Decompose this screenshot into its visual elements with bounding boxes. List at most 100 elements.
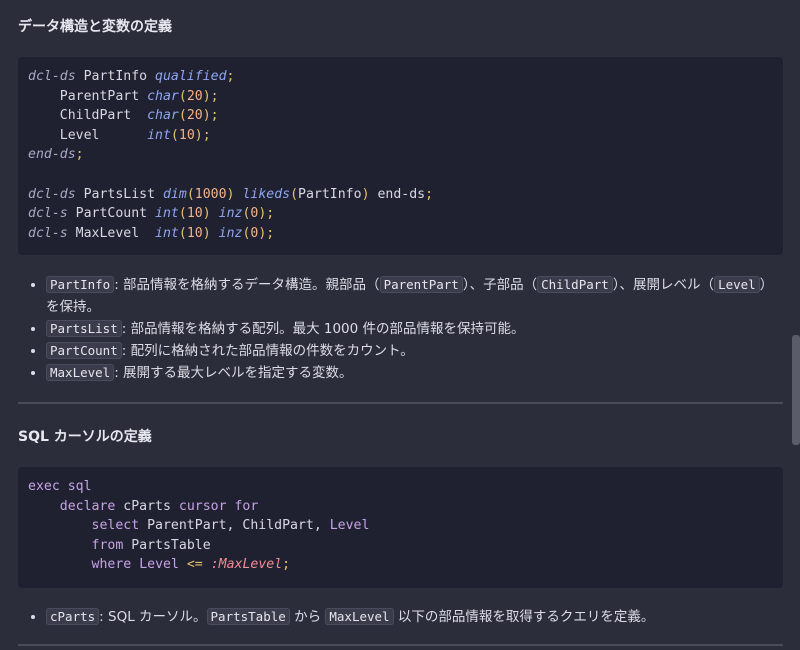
vertical-scrollbar-thumb[interactable]: [792, 335, 800, 445]
bullet-list-sql-cursor: cParts: SQL カーソル。PartsTable から MaxLevel …: [18, 606, 783, 628]
code-token: ): [202, 206, 211, 222]
inline-code: PartsTable: [206, 608, 290, 625]
code-token: (: [178, 206, 187, 222]
code-token: ): [202, 225, 211, 241]
code-token: dcl-ds: [28, 186, 76, 202]
section-heading-sql-cursor: SQL カーソルの定義: [18, 429, 152, 445]
code-token: cursor for: [178, 498, 259, 514]
inline-code: cParts: [46, 608, 100, 625]
code-token: (: [178, 225, 187, 241]
code-token: PartCount: [67, 206, 156, 222]
list-item: cParts: SQL カーソル。PartsTable から MaxLevel …: [46, 606, 783, 628]
code-token: ;: [226, 69, 235, 84]
list-item-text: : SQL カーソル。: [99, 609, 207, 625]
code-token: ParentPart: [28, 88, 148, 104]
code-token: likeds: [242, 186, 291, 202]
code-token: (: [186, 186, 195, 202]
code-token: );: [202, 88, 219, 104]
code-token: <=: [186, 557, 203, 573]
code-token: int: [147, 127, 171, 143]
list-item: PartsList: 部品情報を格納する配列。最大 1000 件の部品情報を保持…: [46, 318, 783, 340]
code-token: int: [155, 206, 179, 222]
code-line: select ParentPart, ChildPart, Level: [28, 516, 783, 536]
code-token: 20: [186, 108, 203, 124]
section-divider: [18, 644, 783, 646]
list-item: MaxLevel: 展開する最大レベルを指定する変数。: [46, 362, 783, 384]
code-token: end-ds: [28, 147, 76, 163]
code-line: dcl-s MaxLevel int(10) inz(0);: [28, 224, 783, 244]
inline-code: ChildPart: [537, 276, 613, 293]
list-item-text: : 部品情報を格納するデータ構造。親部品（: [114, 277, 380, 293]
code-token: exec sql: [28, 479, 92, 494]
inline-code: ParentPart: [379, 276, 463, 293]
inline-code: MaxLevel: [325, 608, 394, 625]
code-token: (: [178, 88, 187, 104]
code-token: ChildPart: [28, 108, 148, 124]
code-token: PartInfo: [298, 186, 362, 202]
code-token: qualified: [155, 69, 227, 84]
code-token: ): [361, 186, 370, 202]
inline-code: Level: [714, 276, 760, 293]
code-token: inz: [218, 206, 243, 222]
code-line: exec sql: [28, 477, 783, 497]
code-token: ParentPart, ChildPart,: [139, 518, 330, 534]
code-token: PartInfo: [75, 69, 156, 84]
code-token: );: [202, 108, 219, 124]
code-line: declare cParts cursor for: [28, 497, 783, 517]
code-token: (: [178, 108, 187, 124]
code-token: end-ds: [369, 186, 426, 202]
code-block-rpg[interactable]: dcl-ds PartInfo qualified; ParentPart ch…: [18, 57, 783, 255]
code-token: PartsList: [75, 186, 163, 202]
code-block-sql[interactable]: exec sql declare cParts cursor for selec…: [18, 467, 783, 588]
code-token: ;: [75, 147, 84, 163]
inline-code: PartsList: [46, 320, 122, 337]
code-token: Level: [28, 127, 148, 143]
code-line: dcl-s PartCount int(10) inz(0);: [28, 204, 783, 224]
list-item-text: 以下の部品情報を取得するクエリを定義。: [393, 609, 655, 625]
code-token: where: [91, 557, 132, 573]
inline-code: PartInfo: [46, 276, 115, 293]
code-token: Level: [139, 557, 179, 573]
code-token: 10: [178, 127, 195, 143]
code-token: from: [91, 537, 124, 553]
section-divider: [18, 402, 783, 404]
code-token: Level: [329, 518, 370, 534]
code-token: (: [170, 127, 179, 143]
code-line: dcl-ds PartInfo qualified;: [28, 67, 783, 87]
code-token: (: [290, 186, 299, 202]
code-token: char: [147, 108, 179, 124]
bullet-list-data-structures: PartInfo: 部品情報を格納するデータ構造。親部品（ParentPart）…: [18, 274, 783, 384]
code-token: declare: [59, 498, 116, 514]
code-line: ParentPart char(20);: [28, 87, 783, 107]
code-token: dim: [162, 186, 187, 202]
code-token: select: [91, 518, 140, 534]
list-item-text: ）、子部品（: [462, 277, 538, 293]
code-line: ChildPart char(20);: [28, 106, 783, 126]
section-heading-data-structures: データ構造と変数の定義: [18, 19, 172, 35]
code-token: ;: [425, 186, 434, 202]
list-item-text: : 配列に格納された部品情報の件数をカウント。: [121, 343, 414, 359]
code-token: 1000: [194, 186, 227, 202]
code-token: );: [194, 127, 211, 143]
code-token: );: [258, 225, 275, 241]
inline-code: MaxLevel: [46, 364, 115, 381]
code-token: cParts: [115, 498, 179, 514]
code-token: MaxLevel: [67, 225, 156, 241]
code-token: dcl-ds: [28, 69, 76, 84]
list-item-text: から: [289, 609, 326, 625]
code-token: inz: [218, 225, 243, 241]
list-item-text: : 部品情報を格納する配列。最大 1000 件の部品情報を保持可能。: [121, 321, 525, 337]
list-item-text: ）、展開レベル（: [612, 277, 715, 293]
code-token: int: [155, 225, 179, 241]
list-item: PartInfo: 部品情報を格納するデータ構造。親部品（ParentPart）…: [46, 274, 783, 318]
